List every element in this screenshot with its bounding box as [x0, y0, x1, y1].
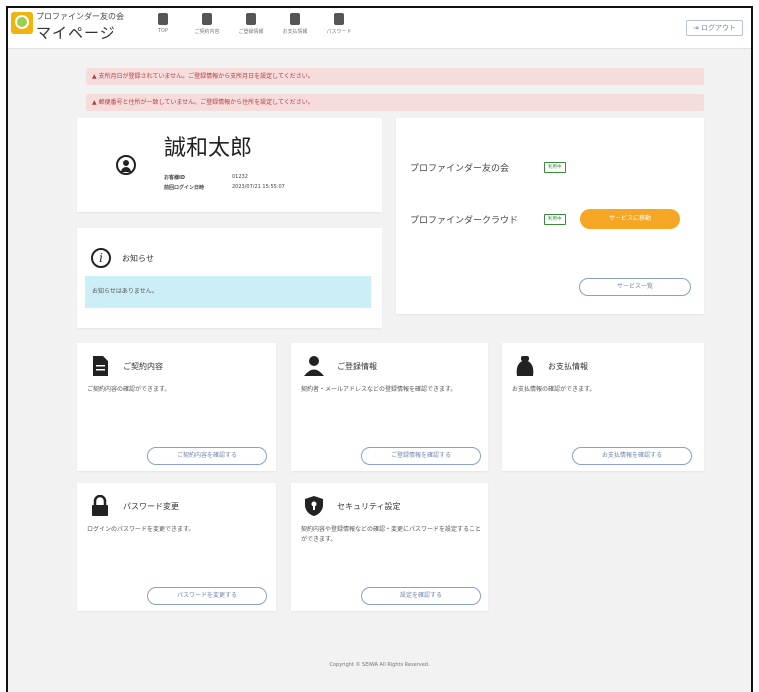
- logo[interactable]: [11, 12, 33, 34]
- user-icon: [246, 13, 256, 25]
- user-avatar-icon: [116, 155, 136, 175]
- last-login-value: 2023/07/21 15:55:07: [232, 184, 285, 190]
- services-card: プロファインダー友の会 利用中 プロファインダークラウド 利用中 サービスに移動…: [396, 118, 704, 314]
- wallet-icon: [516, 356, 534, 376]
- logout-label: ログアウト: [701, 24, 736, 32]
- customer-id-label: お客様ID: [164, 175, 186, 181]
- feature-card-registration: ご登録情報 契約者・メールアドレスなどの登録情報を確認できます。 ご登録情報を確…: [291, 343, 488, 471]
- alert-address: ▲ 郵便番号と住所が一致していません。ご登録情報から住所を設定してください。: [86, 94, 704, 111]
- wallet-icon: [290, 13, 300, 25]
- notice-empty-message: お知らせはありません。: [85, 276, 371, 308]
- document-icon: [93, 356, 108, 376]
- view-security-button[interactable]: 設定を確認する: [361, 587, 481, 605]
- service-list-button[interactable]: サービス一覧: [579, 278, 691, 296]
- nav-label: お支払情報: [282, 29, 308, 35]
- lock-icon: [334, 13, 344, 25]
- alert-birthday: ▲ 支所月日が登録されていません。ご登録情報から支所月日を設定してください。: [86, 68, 704, 85]
- nav-item-payment[interactable]: お支払情報: [280, 13, 310, 35]
- footer-copyright: Copyright © SEIWA All Rights Reserved.: [329, 662, 430, 668]
- feature-description: ご契約内容の確認ができます。: [87, 386, 171, 393]
- page-title: マイページ: [36, 24, 116, 42]
- feature-description: 契約内容や登録情報などの確認・変更にパスワードを設定することができます。: [301, 526, 482, 543]
- feature-title: ご登録情報: [337, 362, 377, 371]
- user-card: 誠和太郎 お客様ID 01232 前回ログイン日時 2023/07/21 15:…: [77, 118, 382, 212]
- nav-label: ご登録情報: [238, 29, 264, 35]
- feature-title: パスワード変更: [123, 502, 179, 511]
- top-nav: TOP ご契約内容 ご登録情報 お支払情報 パスワード: [148, 13, 354, 35]
- go-to-service-button[interactable]: サービスに移動: [580, 209, 680, 229]
- home-icon: [158, 13, 168, 25]
- nav-label: ご契約内容: [194, 29, 220, 35]
- service-name-tomonokai: プロファインダー友の会: [410, 164, 510, 174]
- feature-description: お支払情報の確認ができます。: [512, 386, 596, 393]
- feature-card-password: パスワード変更 ログインのパスワードを変更できます。 パスワードを変更する: [77, 483, 276, 611]
- header: プロファインダー友の会 マイページ TOP ご契約内容 ご登録情報 お支払情報 …: [8, 8, 751, 49]
- nav-item-contract[interactable]: ご契約内容: [192, 13, 222, 35]
- view-contract-button[interactable]: ご契約内容を確認する: [147, 447, 267, 465]
- feature-card-payment: お支払情報 お支払情報の確認ができます。 お支払情報を確認する: [502, 343, 704, 471]
- status-badge: 利用中: [544, 214, 566, 225]
- change-password-button[interactable]: パスワードを変更する: [147, 587, 267, 605]
- notice-title: お知らせ: [122, 254, 154, 263]
- user-icon: [304, 356, 324, 376]
- customer-id-value: 01232: [232, 174, 248, 180]
- last-login-label: 前回ログイン日時: [164, 185, 205, 191]
- view-payment-button[interactable]: お支払情報を確認する: [572, 447, 692, 465]
- feature-card-security: セキュリティ設定 契約内容や登録情報などの確認・変更にパスワードを設定することが…: [291, 483, 488, 611]
- nav-item-top[interactable]: TOP: [148, 13, 178, 35]
- user-name: 誠和太郎: [164, 136, 253, 161]
- logo-mark: [15, 15, 29, 29]
- nav-item-registration[interactable]: ご登録情報: [236, 13, 266, 35]
- nav-label: TOP: [157, 28, 168, 34]
- info-icon: i: [91, 248, 111, 268]
- feature-title: お支払情報: [548, 362, 588, 371]
- page-frame: プロファインダー友の会 マイページ TOP ご契約内容 ご登録情報 お支払情報 …: [6, 6, 753, 692]
- shield-icon: [305, 496, 323, 516]
- nav-item-password[interactable]: パスワード: [324, 13, 354, 35]
- view-registration-button[interactable]: ご登録情報を確認する: [361, 447, 481, 465]
- status-badge: 利用中: [544, 162, 566, 173]
- brand-subtitle: プロファインダー友の会: [36, 12, 124, 21]
- feature-description: 契約者・メールアドレスなどの登録情報を確認できます。: [301, 386, 457, 393]
- feature-title: セキュリティ設定: [337, 502, 401, 511]
- notice-card: i お知らせ お知らせはありません。: [77, 228, 382, 328]
- nav-label: パスワード: [326, 29, 352, 35]
- feature-title: ご契約内容: [123, 362, 163, 371]
- document-icon: [202, 13, 212, 25]
- logout-button[interactable]: ⇥ ログアウト: [685, 20, 743, 36]
- feature-description: ログインのパスワードを変更できます。: [87, 526, 195, 533]
- feature-card-contract: ご契約内容 ご契約内容の確認ができます。 ご契約内容を確認する: [77, 343, 276, 471]
- service-name-cloud: プロファインダークラウド: [410, 216, 519, 226]
- lock-icon: [92, 495, 108, 516]
